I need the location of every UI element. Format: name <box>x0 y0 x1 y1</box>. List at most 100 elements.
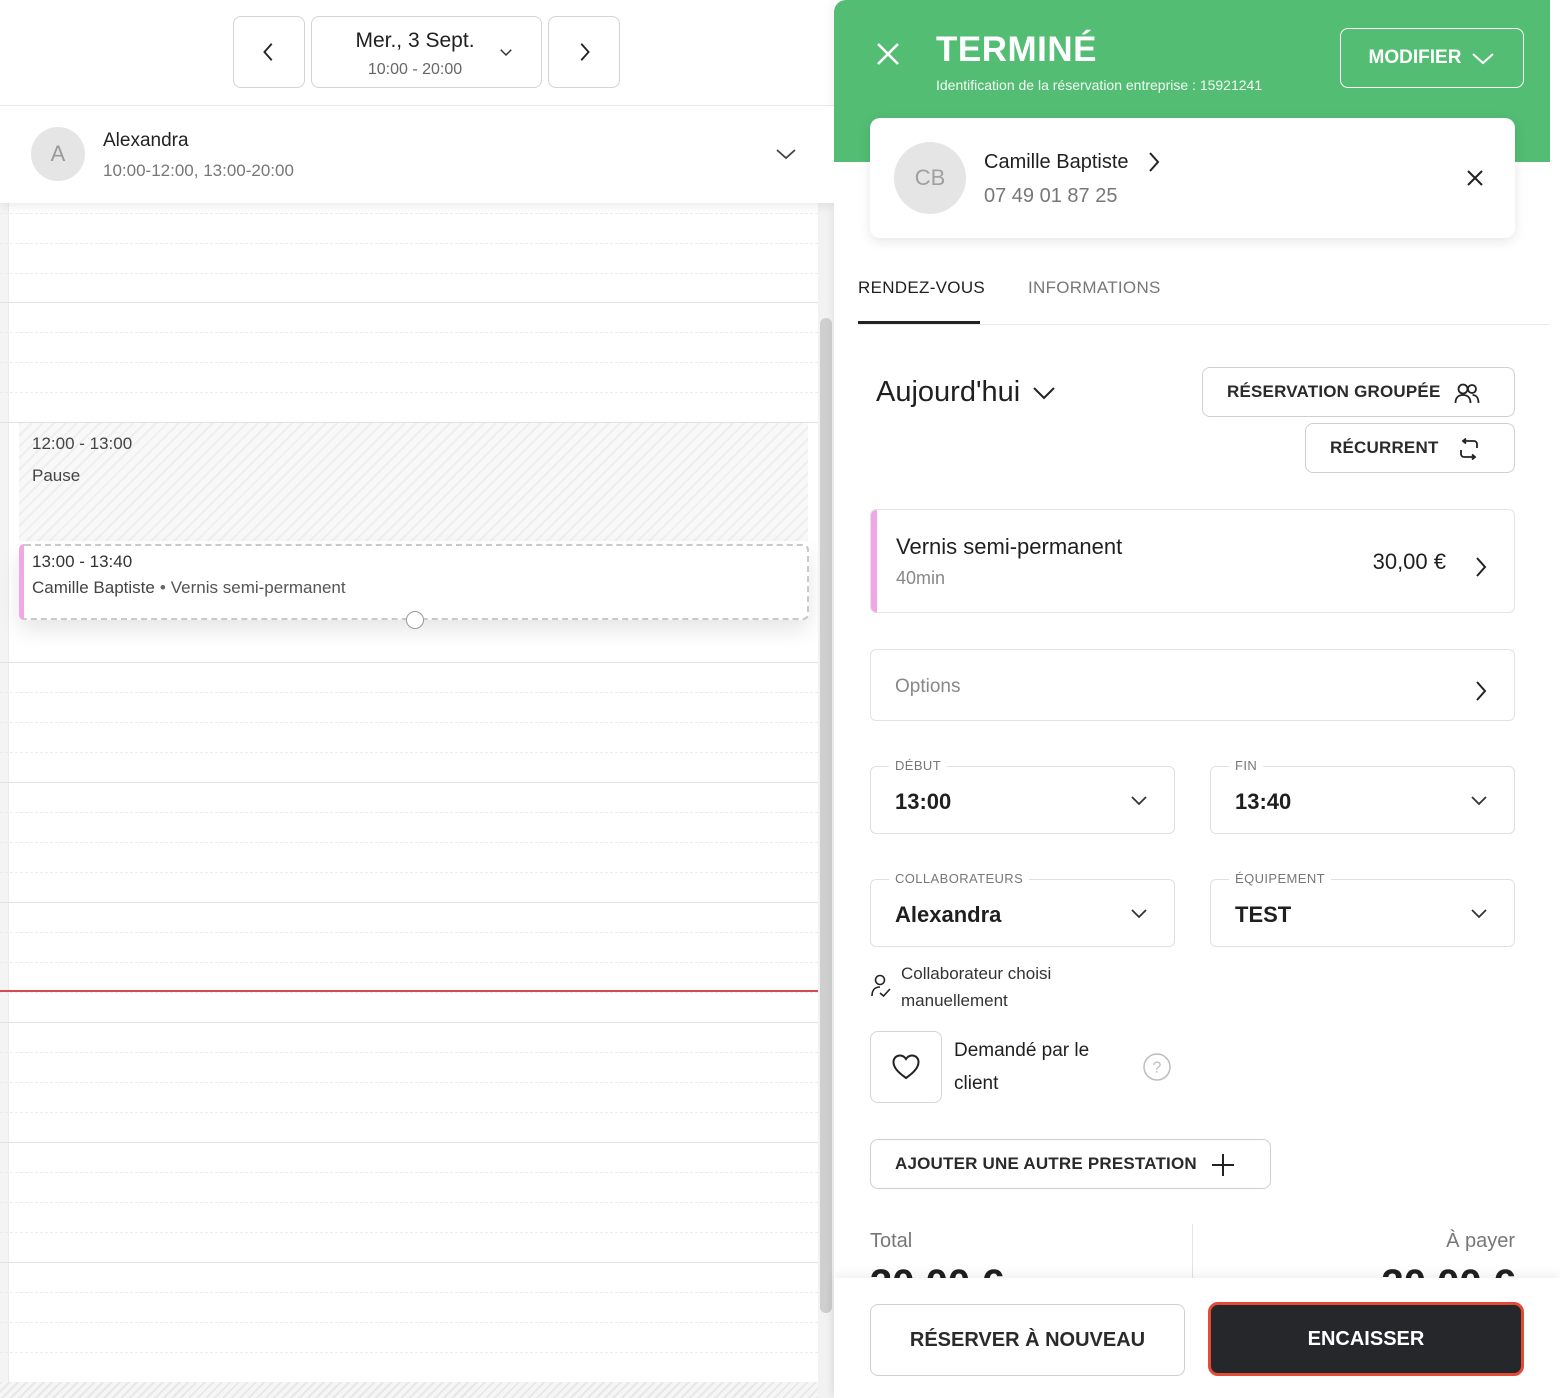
active-tab-indicator <box>858 321 980 324</box>
total-label: Total <box>870 1230 913 1252</box>
modify-button[interactable]: MODIFIER <box>1340 28 1524 88</box>
previous-day-button[interactable] <box>233 16 305 88</box>
pause-time: 12:00 - 13:00 <box>32 434 133 453</box>
totals-section: Total 30,00 € À payer 30,00 € <box>870 1224 1515 1278</box>
end-time-select[interactable]: FIN 13:40 <box>1210 758 1515 834</box>
staff-selector[interactable]: A Alexandra 10:00-12:00, 13:00-20:00 <box>0 106 834 203</box>
client-phone: 07 49 01 87 25 <box>984 185 1118 207</box>
rebook-button[interactable]: RÉSERVER À NOUVEAU <box>870 1304 1185 1376</box>
start-time-label: DÉBUT <box>889 758 948 773</box>
chevron-down-icon <box>1472 53 1495 65</box>
service-card[interactable]: Vernis semi-permanent 40min 30,00 € <box>870 509 1515 613</box>
chevron-right-icon <box>1476 557 1487 577</box>
grid-line <box>0 332 818 333</box>
chevron-right-icon[interactable] <box>1146 150 1162 174</box>
grid-line <box>0 273 818 274</box>
remove-client-icon[interactable] <box>1465 168 1485 188</box>
status-title: TERMINÉ <box>936 30 1097 69</box>
grid-line <box>0 992 818 993</box>
grid-line <box>0 662 818 663</box>
grid-line <box>0 692 818 693</box>
closed-hours-block <box>0 1382 818 1398</box>
users-icon <box>1454 383 1480 404</box>
grid-line <box>0 812 818 813</box>
chevron-down-icon <box>1471 909 1487 919</box>
grid-line <box>0 213 818 214</box>
appointment-time: 13:00 - 13:40 <box>32 552 133 571</box>
chevron-down-icon <box>500 49 512 57</box>
grid-line <box>0 1322 818 1323</box>
to-pay-amount: 30,00 € <box>1382 1262 1515 1278</box>
grid-line <box>0 932 818 933</box>
time-gutter <box>0 203 9 1398</box>
grid-line <box>0 1232 818 1233</box>
start-time-select[interactable]: DÉBUT 13:00 <box>870 758 1175 834</box>
appointment-panel: TERMINÉ Identification de la réservation… <box>834 0 1560 1398</box>
chevron-down-icon <box>1033 386 1055 399</box>
equipment-value: TEST <box>1235 902 1292 927</box>
user-check-icon <box>871 974 891 998</box>
staff-value: Alexandra <box>895 902 1002 927</box>
repeat-icon <box>1460 438 1478 460</box>
date-picker-button[interactable]: Mer., 3 Sept. 10:00 - 20:00 <box>311 16 542 88</box>
grid-line <box>0 243 818 244</box>
appointment-summary: Camille Baptiste • Vernis semi-permanent <box>32 578 346 598</box>
grid-line <box>0 1022 818 1023</box>
client-avatar: CB <box>894 142 966 214</box>
group-booking-label: RÉSERVATION GROUPÉE <box>1227 382 1441 401</box>
totals-divider <box>1192 1224 1193 1278</box>
help-icon[interactable]: ? <box>1142 1052 1172 1082</box>
staff-hours: 10:00-12:00, 13:00-20:00 <box>103 161 294 180</box>
booking-id: Identification de la réservation entrepr… <box>936 77 1263 93</box>
chevron-left-icon <box>263 43 273 61</box>
requested-by-client-toggle[interactable] <box>870 1031 942 1103</box>
grid-line <box>0 362 818 363</box>
start-time-value: 13:00 <box>895 789 952 814</box>
grid-line <box>0 1052 818 1053</box>
manual-choice-text: Collaborateur choisi manuellement <box>901 964 1052 1010</box>
panel-tabs: RENDEZ-VOUS INFORMATIONS <box>858 270 1550 325</box>
tab-informations[interactable]: INFORMATIONS <box>1028 278 1161 298</box>
add-service-label: AJOUTER UNE AUTRE PRESTATION <box>895 1154 1197 1173</box>
staff-avatar: A <box>31 127 85 181</box>
client-name[interactable]: Camille Baptiste <box>984 151 1129 174</box>
appointment-client: Camille Baptiste <box>32 578 155 597</box>
grid-line <box>0 842 818 843</box>
staff-select[interactable]: COLLABORATEURS Alexandra <box>870 871 1175 947</box>
appointment-block[interactable]: 13:00 - 13:40 Camille Baptiste • Vernis se… <box>19 544 809 629</box>
grid-line <box>0 722 818 723</box>
day-selector[interactable]: Aujourd'hui <box>876 376 1056 409</box>
service-color-accent <box>871 510 877 612</box>
staff-label: COLLABORATEURS <box>889 871 1030 886</box>
client-card[interactable]: CB Camille Baptiste 07 49 01 87 25 <box>870 118 1515 238</box>
grid-line <box>0 1262 818 1263</box>
grid-line <box>0 1352 818 1353</box>
time-grid[interactable] <box>0 203 818 1398</box>
next-day-button[interactable] <box>548 16 620 88</box>
resize-handle[interactable] <box>406 611 424 629</box>
appointment-separator: • <box>159 578 166 597</box>
pause-block[interactable]: 12:00 - 13:00 Pause <box>19 423 808 541</box>
equipment-select[interactable]: ÉQUIPEMENT TEST <box>1210 871 1515 947</box>
panel-edge <box>1550 0 1560 162</box>
grid-line <box>0 1142 818 1143</box>
end-time-label: FIN <box>1229 758 1264 773</box>
group-booking-button[interactable]: RÉSERVATION GROUPÉE <box>1202 367 1515 417</box>
checkout-button[interactable]: ENCAISSER <box>1208 1302 1524 1376</box>
grid-line <box>0 1112 818 1113</box>
chevron-right-icon <box>580 43 590 61</box>
modify-label: MODIFIER <box>1368 47 1462 68</box>
add-service-button[interactable]: AJOUTER UNE AUTRE PRESTATION <box>870 1139 1271 1189</box>
grid-line <box>0 752 818 753</box>
recurrent-button[interactable]: RÉCURRENT <box>1305 423 1515 473</box>
service-price: 30,00 € <box>1372 549 1446 574</box>
scrollbar-thumb[interactable] <box>820 318 832 1313</box>
calendar-view: Mer., 3 Sept. 10:00 - 20:00 A Alexandra … <box>0 0 834 1398</box>
tab-rendez-vous[interactable]: RENDEZ-VOUS <box>858 278 985 298</box>
grid-line <box>0 392 818 393</box>
pause-label: Pause <box>32 466 81 485</box>
grid-line <box>0 1082 818 1083</box>
grid-line <box>0 872 818 873</box>
options-row[interactable]: Options <box>870 649 1515 721</box>
close-panel-icon[interactable] <box>874 40 902 68</box>
